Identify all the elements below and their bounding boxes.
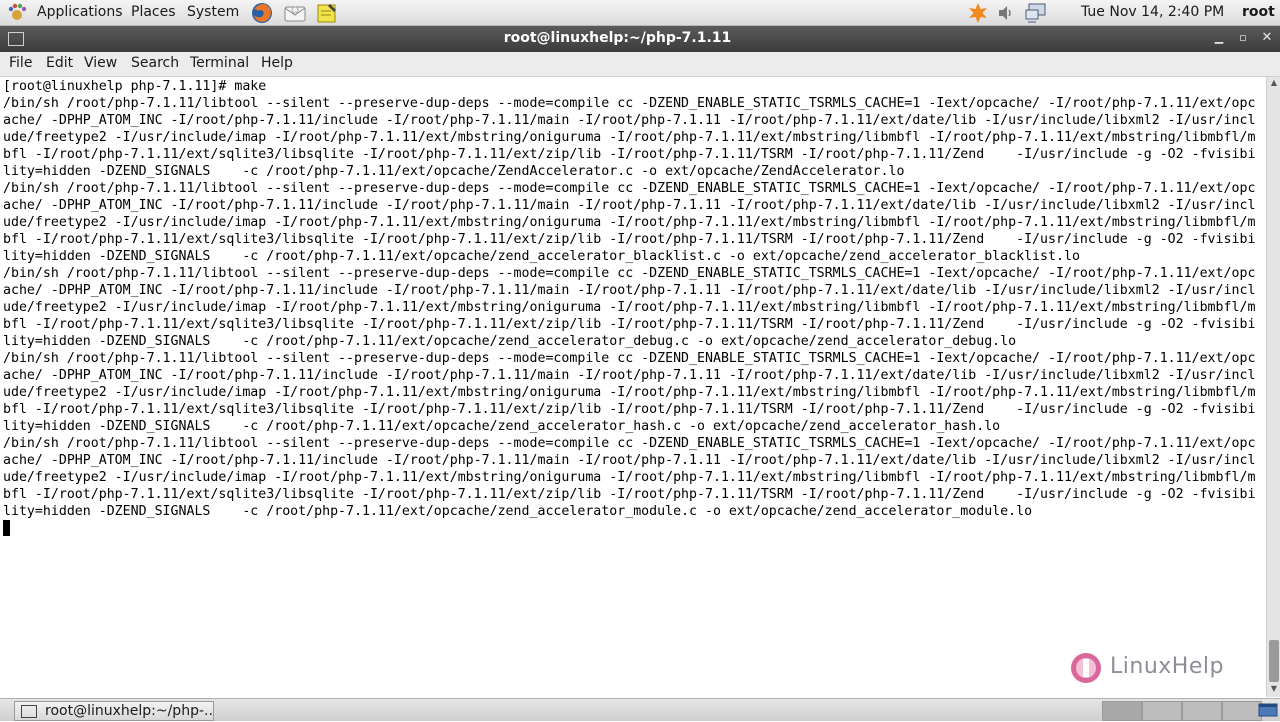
terminal-line: ache/ -DPHP_ATOM_INC -I/root/php-7.1.11/… xyxy=(3,283,1256,298)
workspace-1[interactable] xyxy=(1102,701,1142,721)
network-icon[interactable] xyxy=(1024,2,1048,24)
terminal-line: lity=hidden -DZEND_SIGNALS -c /root/php-… xyxy=(3,249,1080,264)
menu-terminal[interactable]: Terminal xyxy=(190,55,249,71)
terminal-line: lity=hidden -DZEND_SIGNALS -c /root/php-… xyxy=(3,334,1017,349)
menu-search[interactable]: Search xyxy=(131,55,179,71)
workspace-switcher[interactable] xyxy=(1102,701,1266,721)
terminal-line: ude/freetype2 -I/usr/include/imap -I/roo… xyxy=(3,470,1256,485)
terminal-line: ude/freetype2 -I/usr/include/imap -I/roo… xyxy=(3,130,1256,145)
terminal-line: [root@linuxhelp php-7.1.11]# make xyxy=(3,79,267,94)
terminal-output[interactable]: [root@linuxhelp php-7.1.11]# make/bin/sh… xyxy=(0,77,1266,697)
terminal-scrollbar[interactable]: ▲ ▼ xyxy=(1266,77,1280,697)
scroll-down-arrow-icon[interactable]: ▼ xyxy=(1267,683,1280,695)
menu-view[interactable]: View xyxy=(84,55,117,71)
terminal-line: bfl -I/root/php-7.1.11/ext/sqlite3/libsq… xyxy=(3,317,1256,332)
terminal-line: lity=hidden -DZEND_SIGNALS -c /root/php-… xyxy=(3,504,1033,519)
window-title: root@linuxhelp:~/php-7.1.11 xyxy=(503,30,732,46)
terminal-line: ache/ -DPHP_ATOM_INC -I/root/php-7.1.11/… xyxy=(3,198,1256,213)
terminal-line: /bin/sh /root/php-7.1.11/libtool --silen… xyxy=(3,351,1256,366)
terminal-line: bfl -I/root/php-7.1.11/ext/sqlite3/libsq… xyxy=(3,232,1256,247)
terminal-line: bfl -I/root/php-7.1.11/ext/sqlite3/libsq… xyxy=(3,147,1256,162)
terminal-line: ude/freetype2 -I/usr/include/imap -I/roo… xyxy=(3,300,1256,315)
terminal-cursor xyxy=(3,520,10,536)
firefox-icon[interactable] xyxy=(251,2,273,24)
workspace-3[interactable] xyxy=(1182,701,1222,721)
applications-foot-icon[interactable] xyxy=(7,3,27,23)
notes-icon[interactable] xyxy=(316,2,338,24)
terminal-line: bfl -I/root/php-7.1.11/ext/sqlite3/libsq… xyxy=(3,487,1256,502)
menubar: File Edit View Search Terminal Help xyxy=(0,52,1280,77)
linuxhelp-watermark: LinuxHelp xyxy=(1068,648,1228,690)
watermark-text: LinuxHelp xyxy=(1110,654,1224,679)
menu-help[interactable]: Help xyxy=(261,55,293,71)
clock[interactable]: Tue Nov 14, 2:40 PM xyxy=(1081,4,1224,20)
terminal-line: ache/ -DPHP_ATOM_INC -I/root/php-7.1.11/… xyxy=(3,368,1256,383)
volume-icon[interactable] xyxy=(996,3,1016,23)
terminal-line: /bin/sh /root/php-7.1.11/libtool --silen… xyxy=(3,436,1256,451)
terminal-icon xyxy=(21,705,37,718)
taskbar-terminal-button[interactable]: root@linuxhelp:~/php-... xyxy=(14,701,214,721)
menu-file[interactable]: File xyxy=(9,55,32,71)
top-panel: Applications Places System Tue Nov 14, 2… xyxy=(0,0,1280,26)
taskbar-label: root@linuxhelp:~/php-... xyxy=(45,703,214,719)
system-menu[interactable]: System xyxy=(187,4,239,21)
linuxhelp-logo-icon xyxy=(1071,653,1101,683)
bottom-panel: root@linuxhelp:~/php-... xyxy=(0,698,1280,721)
terminal-line: ache/ -DPHP_ATOM_INC -I/root/php-7.1.11/… xyxy=(3,453,1256,468)
minimize-button[interactable]: ▁ xyxy=(1210,29,1228,47)
terminal-line: bfl -I/root/php-7.1.11/ext/sqlite3/libsq… xyxy=(3,402,1256,417)
terminal-line: ache/ -DPHP_ATOM_INC -I/root/php-7.1.11/… xyxy=(3,113,1256,128)
terminal-line: ude/freetype2 -I/usr/include/imap -I/roo… xyxy=(3,385,1256,400)
places-menu[interactable]: Places xyxy=(131,4,176,21)
menu-edit[interactable]: Edit xyxy=(46,55,73,71)
scroll-up-arrow-icon[interactable]: ▲ xyxy=(1267,77,1280,89)
terminal-line: ude/freetype2 -I/usr/include/imap -I/roo… xyxy=(3,215,1256,230)
terminal-text: [root@linuxhelp php-7.1.11]# make/bin/sh… xyxy=(3,78,1255,520)
window-titlebar[interactable]: root@linuxhelp:~/php-7.1.11 ▁ ▫ ✕ xyxy=(0,26,1280,52)
terminal-line: /bin/sh /root/php-7.1.11/libtool --silen… xyxy=(3,266,1256,281)
applications-menu[interactable]: Applications xyxy=(37,4,123,21)
scrollbar-thumb[interactable] xyxy=(1269,640,1279,682)
terminal-line: lity=hidden -DZEND_SIGNALS -c /root/php-… xyxy=(3,164,905,179)
show-desktop-icon[interactable] xyxy=(1258,702,1278,718)
close-button[interactable]: ✕ xyxy=(1258,29,1276,47)
terminal-line: lity=hidden -DZEND_SIGNALS -c /root/php-… xyxy=(3,419,1001,434)
workspace-4[interactable] xyxy=(1222,701,1262,721)
terminal-line: /bin/sh /root/php-7.1.11/libtool --silen… xyxy=(3,181,1256,196)
terminal-line: /bin/sh /root/php-7.1.11/libtool --silen… xyxy=(3,96,1256,111)
update-icon[interactable] xyxy=(967,2,989,24)
mail-icon[interactable] xyxy=(283,2,307,24)
workspace-2[interactable] xyxy=(1142,701,1182,721)
user-menu[interactable]: root xyxy=(1242,4,1275,20)
maximize-button[interactable]: ▫ xyxy=(1234,29,1252,47)
